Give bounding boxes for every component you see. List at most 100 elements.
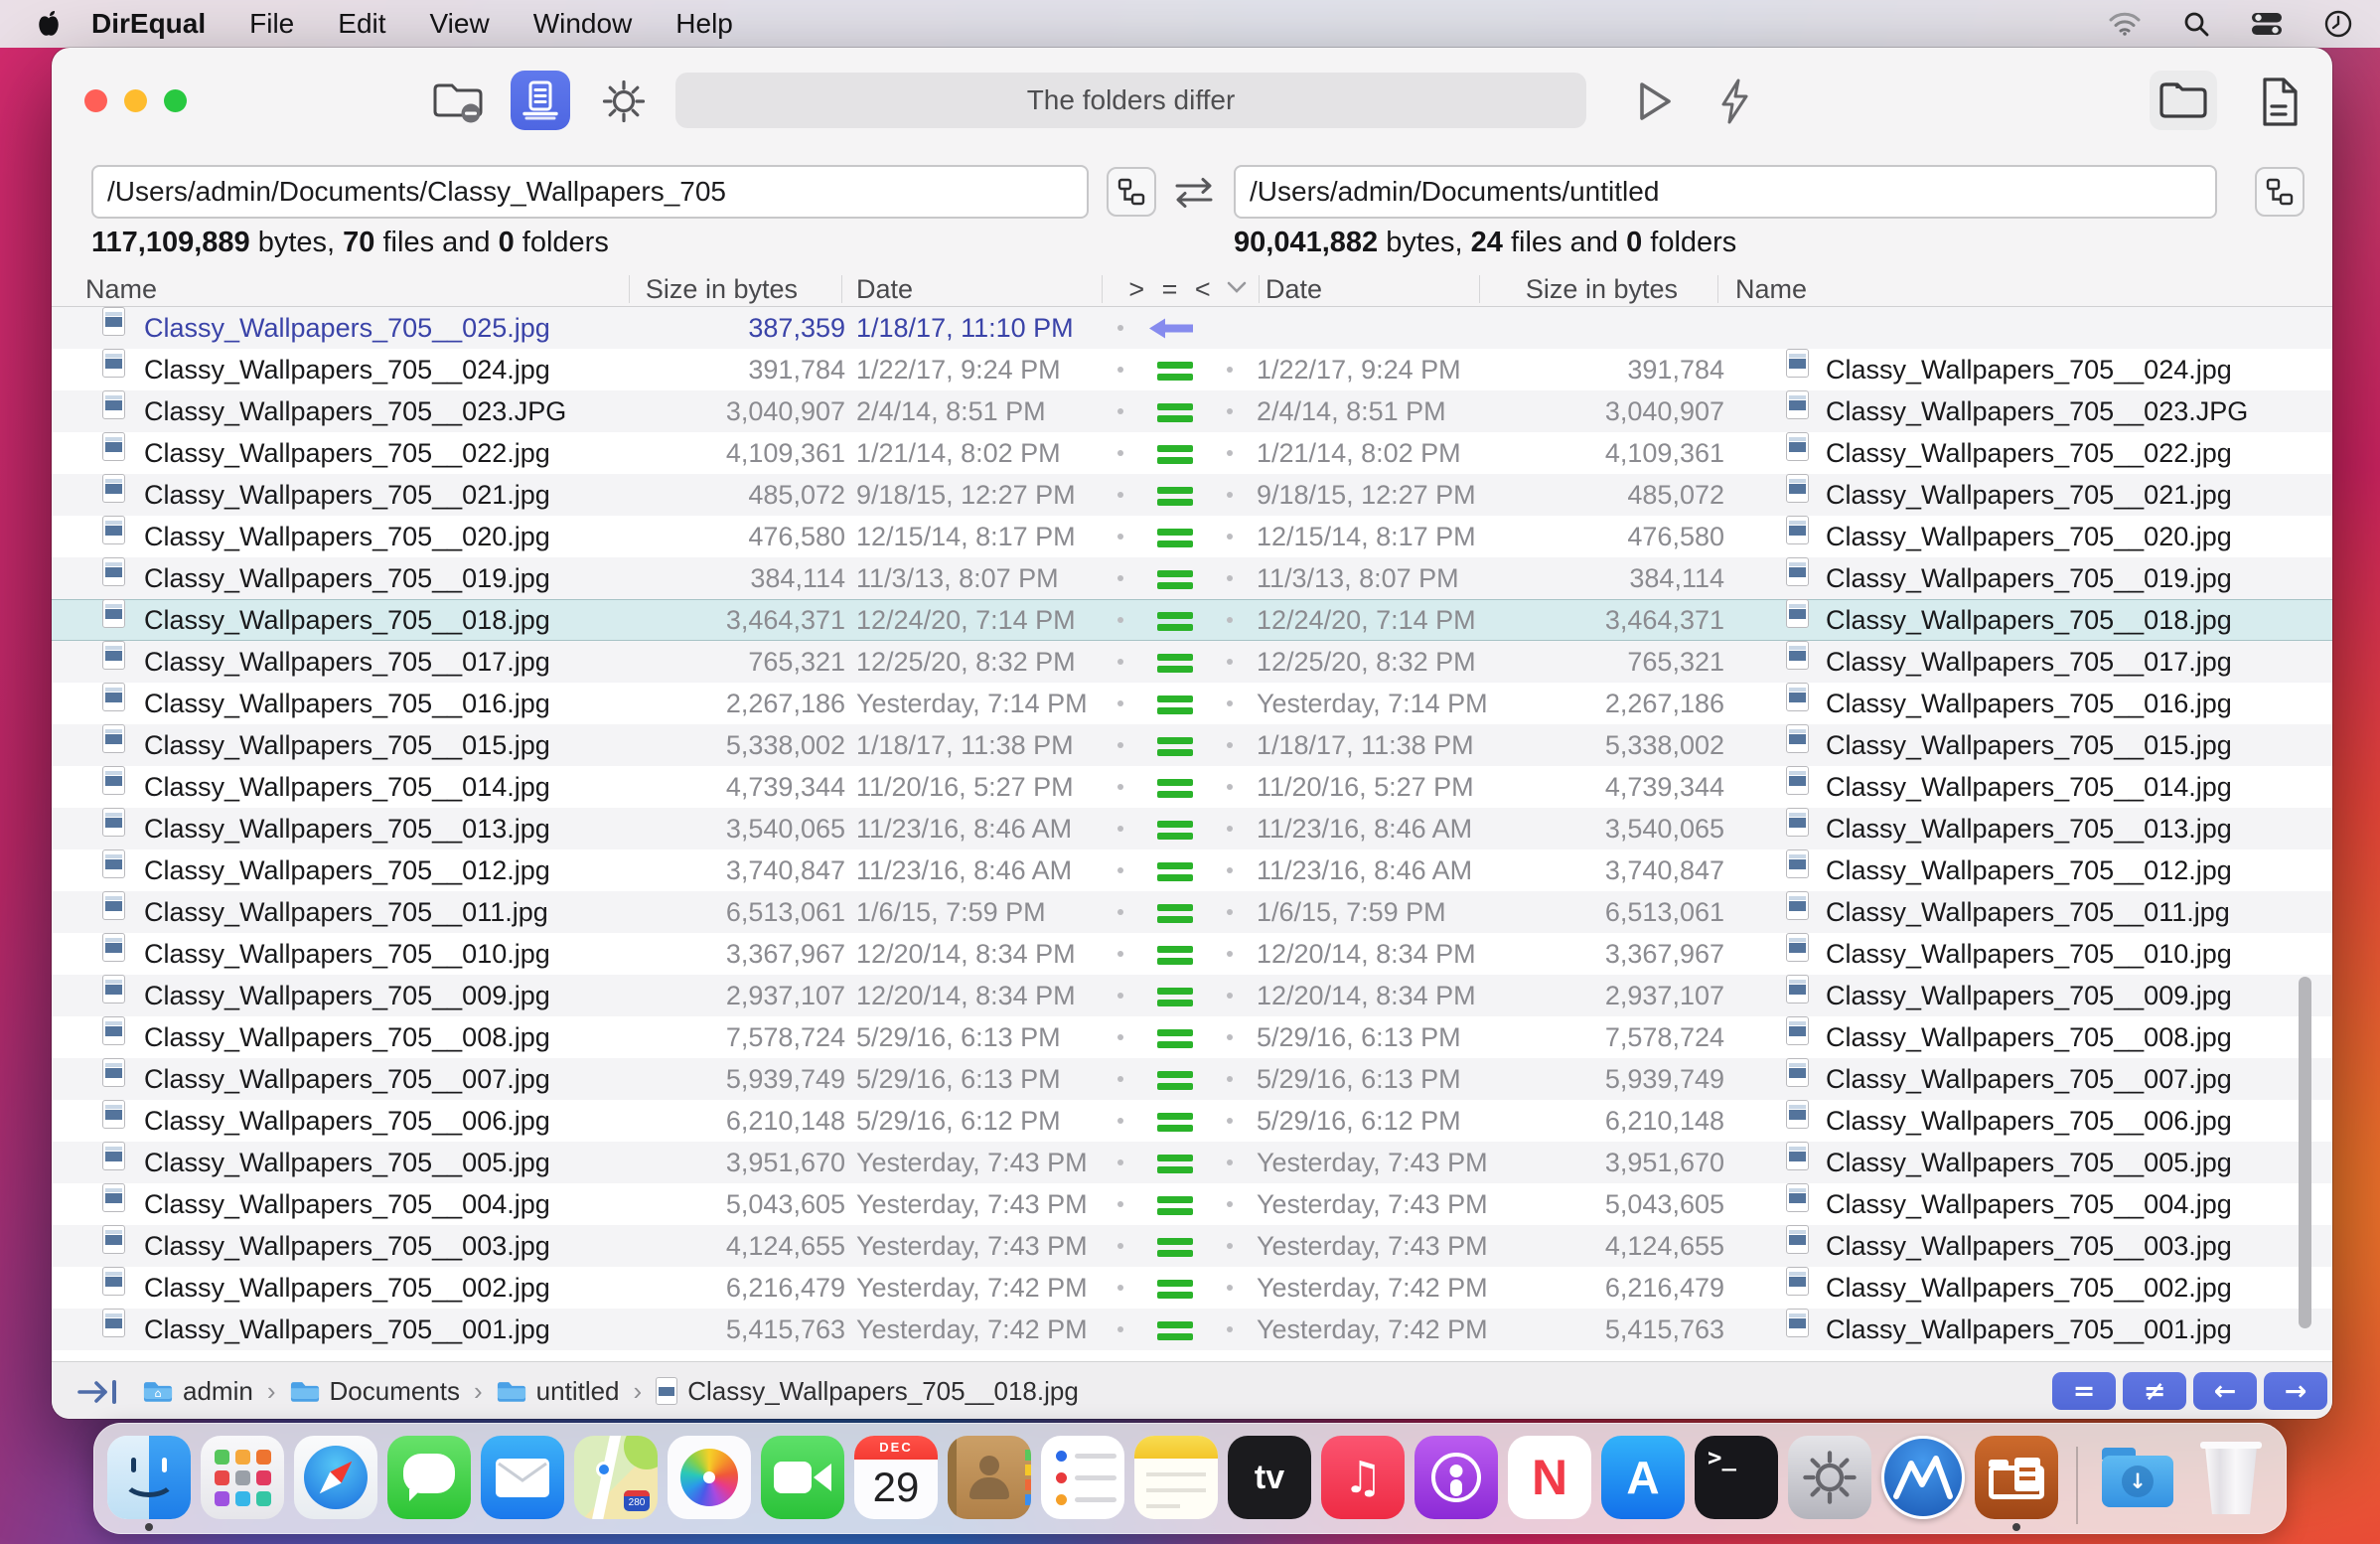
right-browse-tree-button[interactable]	[2255, 167, 2305, 217]
table-row[interactable]: Classy_Wallpapers_705__004.jpg 5,043,605…	[52, 1183, 2332, 1225]
dock-item-maps[interactable]: 280	[574, 1436, 658, 1519]
table-row[interactable]: Classy_Wallpapers_705__022.jpg 4,109,361…	[52, 432, 2332, 474]
compare-dot-right	[1227, 534, 1233, 540]
table-row[interactable]: Classy_Wallpapers_705__011.jpg 6,513,061…	[52, 891, 2332, 933]
table-row[interactable]: Classy_Wallpapers_705__003.jpg 4,124,655…	[52, 1225, 2332, 1267]
apple-menu-icon[interactable]	[38, 11, 60, 37]
table-row[interactable]: Classy_Wallpapers_705__023.JPG 3,040,907…	[52, 390, 2332, 432]
dock-item-downloads[interactable]: ↓	[2096, 1436, 2179, 1519]
right-path-input[interactable]	[1234, 165, 2217, 219]
table-row[interactable]: Classy_Wallpapers_705__006.jpg 6,210,148…	[52, 1100, 2332, 1142]
table-row[interactable]: Classy_Wallpapers_705__008.jpg 7,578,724…	[52, 1016, 2332, 1058]
table-row[interactable]: Classy_Wallpapers_705__025.jpg 387,359 1…	[52, 307, 2332, 349]
minimize-button[interactable]	[124, 89, 147, 112]
wifi-icon[interactable]	[2108, 11, 2142, 37]
file-icon	[102, 1183, 125, 1212]
column-header-date-right[interactable]: Date	[1265, 272, 1322, 306]
control-center-icon[interactable]	[2251, 12, 2283, 36]
dock-item-app-store[interactable]: A	[1601, 1436, 1685, 1519]
dock-item-finder[interactable]	[107, 1436, 191, 1531]
menu-item-window[interactable]: Window	[533, 8, 633, 40]
breadcrumb-item[interactable]: untitled	[536, 1376, 620, 1407]
menu-item-help[interactable]: Help	[675, 8, 733, 40]
table-row[interactable]: Classy_Wallpapers_705__014.jpg 4,739,344…	[52, 766, 2332, 808]
table-row[interactable]: Classy_Wallpapers_705__012.jpg 3,740,847…	[52, 849, 2332, 891]
dock-item-tv[interactable]: tv	[1228, 1436, 1311, 1519]
copy-right-button[interactable]: →	[2264, 1372, 2327, 1410]
gear-icon[interactable]	[600, 77, 648, 125]
table-row[interactable]: Classy_Wallpapers_705__017.jpg 765,321 1…	[52, 641, 2332, 683]
table-row[interactable]: Classy_Wallpapers_705__013.jpg 3,540,065…	[52, 808, 2332, 849]
breadcrumb-item[interactable]: admin	[183, 1376, 253, 1407]
table-row[interactable]: Classy_Wallpapers_705__018.jpg 3,464,371…	[52, 599, 2332, 641]
table-row[interactable]: Classy_Wallpapers_705__016.jpg 2,267,186…	[52, 683, 2332, 724]
column-header-size-right[interactable]: Size in bytes	[1488, 272, 1678, 306]
menu-item-edit[interactable]: Edit	[338, 8, 385, 40]
column-header-name-left[interactable]: Name	[85, 272, 157, 306]
dock-item-messages[interactable]	[387, 1436, 471, 1519]
table-row[interactable]: Classy_Wallpapers_705__021.jpg 485,072 9…	[52, 474, 2332, 516]
dock-item-system-settings[interactable]	[1788, 1436, 1871, 1519]
swap-paths-icon[interactable]	[1172, 173, 1216, 213]
column-header-name-right[interactable]: Name	[1735, 272, 1807, 306]
copy-left-button[interactable]: ←	[2193, 1372, 2257, 1410]
table-row[interactable]: Classy_Wallpapers_705__015.jpg 5,338,002…	[52, 724, 2332, 766]
dock-item-facetime[interactable]	[761, 1436, 844, 1519]
table-row[interactable]: Classy_Wallpapers_705__020.jpg 476,580 1…	[52, 516, 2332, 557]
dock-item-notes[interactable]	[1134, 1436, 1218, 1519]
dock-item-direqual[interactable]	[1975, 1436, 2058, 1531]
table-row[interactable]: Classy_Wallpapers_705__007.jpg 5,939,749…	[52, 1058, 2332, 1100]
date-cell: 1/22/17, 9:24 PM	[856, 355, 1061, 385]
dock-item-safari[interactable]	[294, 1436, 377, 1519]
close-button[interactable]	[84, 89, 107, 112]
table-row[interactable]: Classy_Wallpapers_705__019.jpg 384,114 1…	[52, 557, 2332, 599]
menu-item-view[interactable]: View	[430, 8, 490, 40]
menu-app-name[interactable]: DirEqual	[91, 8, 206, 40]
column-header-date-left[interactable]: Date	[856, 272, 913, 306]
right-date-cell: 12/15/14, 8:17 PM	[1257, 522, 1476, 551]
vertical-scrollbar[interactable]	[2299, 977, 2311, 1328]
play-icon[interactable]	[1633, 79, 1677, 123]
dock-item-music[interactable]: ♫	[1321, 1436, 1405, 1519]
dock-item-contacts[interactable]	[948, 1436, 1031, 1519]
table-row[interactable]: Classy_Wallpapers_705__001.jpg 5,415,763…	[52, 1309, 2332, 1350]
left-browse-tree-button[interactable]	[1107, 167, 1156, 217]
dock-item-podcasts[interactable]	[1414, 1436, 1498, 1519]
open-folder-icon[interactable]	[2150, 71, 2217, 130]
breadcrumb-item[interactable]: Classy_Wallpapers_705__018.jpg	[687, 1376, 1079, 1407]
dock-item-calendar[interactable]: DEC 29	[854, 1436, 938, 1519]
file-icon	[102, 1058, 125, 1087]
table-row[interactable]: Classy_Wallpapers_705__002.jpg 6,216,479…	[52, 1267, 2332, 1309]
filter-not-equal-button[interactable]: ≠	[2123, 1372, 2186, 1410]
column-header-size-left[interactable]: Size in bytes	[608, 272, 798, 306]
column-header-compare[interactable]: > = <	[1116, 272, 1228, 306]
table-row[interactable]: Classy_Wallpapers_705__005.jpg 3,951,670…	[52, 1142, 2332, 1183]
folder-minus-icon[interactable]	[431, 77, 485, 125]
dock-item-trash[interactable]	[2189, 1436, 2273, 1519]
chevron-down-icon[interactable]	[1226, 280, 1248, 294]
dock-item-news[interactable]: N	[1508, 1436, 1591, 1519]
clock-icon[interactable]	[2324, 10, 2352, 38]
zoom-button[interactable]	[164, 89, 187, 112]
report-document-icon[interactable]	[2253, 76, 2305, 129]
search-icon[interactable]	[2183, 11, 2209, 37]
name-cell: Classy_Wallpapers_705__009.jpg	[144, 981, 550, 1010]
dock-item-mail[interactable]	[481, 1436, 564, 1519]
compare-dot-right	[1227, 993, 1233, 999]
dock-item-launchpad[interactable]	[201, 1436, 284, 1519]
filter-equal-button[interactable]: =	[2052, 1372, 2116, 1410]
menu-item-file[interactable]: File	[249, 8, 294, 40]
dock-item-blue-mountain-app[interactable]	[1881, 1436, 1965, 1519]
size-cell: 3,740,847	[725, 855, 845, 885]
dock-item-photos[interactable]	[668, 1436, 751, 1519]
lightning-icon[interactable]	[1712, 77, 1756, 125]
table-row[interactable]: Classy_Wallpapers_705__024.jpg 391,784 1…	[52, 349, 2332, 390]
breadcrumb-item[interactable]: Documents	[330, 1376, 461, 1407]
table-row[interactable]: Classy_Wallpapers_705__009.jpg 2,937,107…	[52, 975, 2332, 1016]
compare-scan-button[interactable]	[511, 71, 570, 130]
dock-item-reminders[interactable]	[1041, 1436, 1124, 1519]
reveal-in-finder-icon[interactable]	[77, 1378, 121, 1406]
left-path-input[interactable]	[91, 165, 1089, 219]
dock-item-terminal[interactable]: >_	[1695, 1436, 1778, 1519]
table-row[interactable]: Classy_Wallpapers_705__010.jpg 3,367,967…	[52, 933, 2332, 975]
